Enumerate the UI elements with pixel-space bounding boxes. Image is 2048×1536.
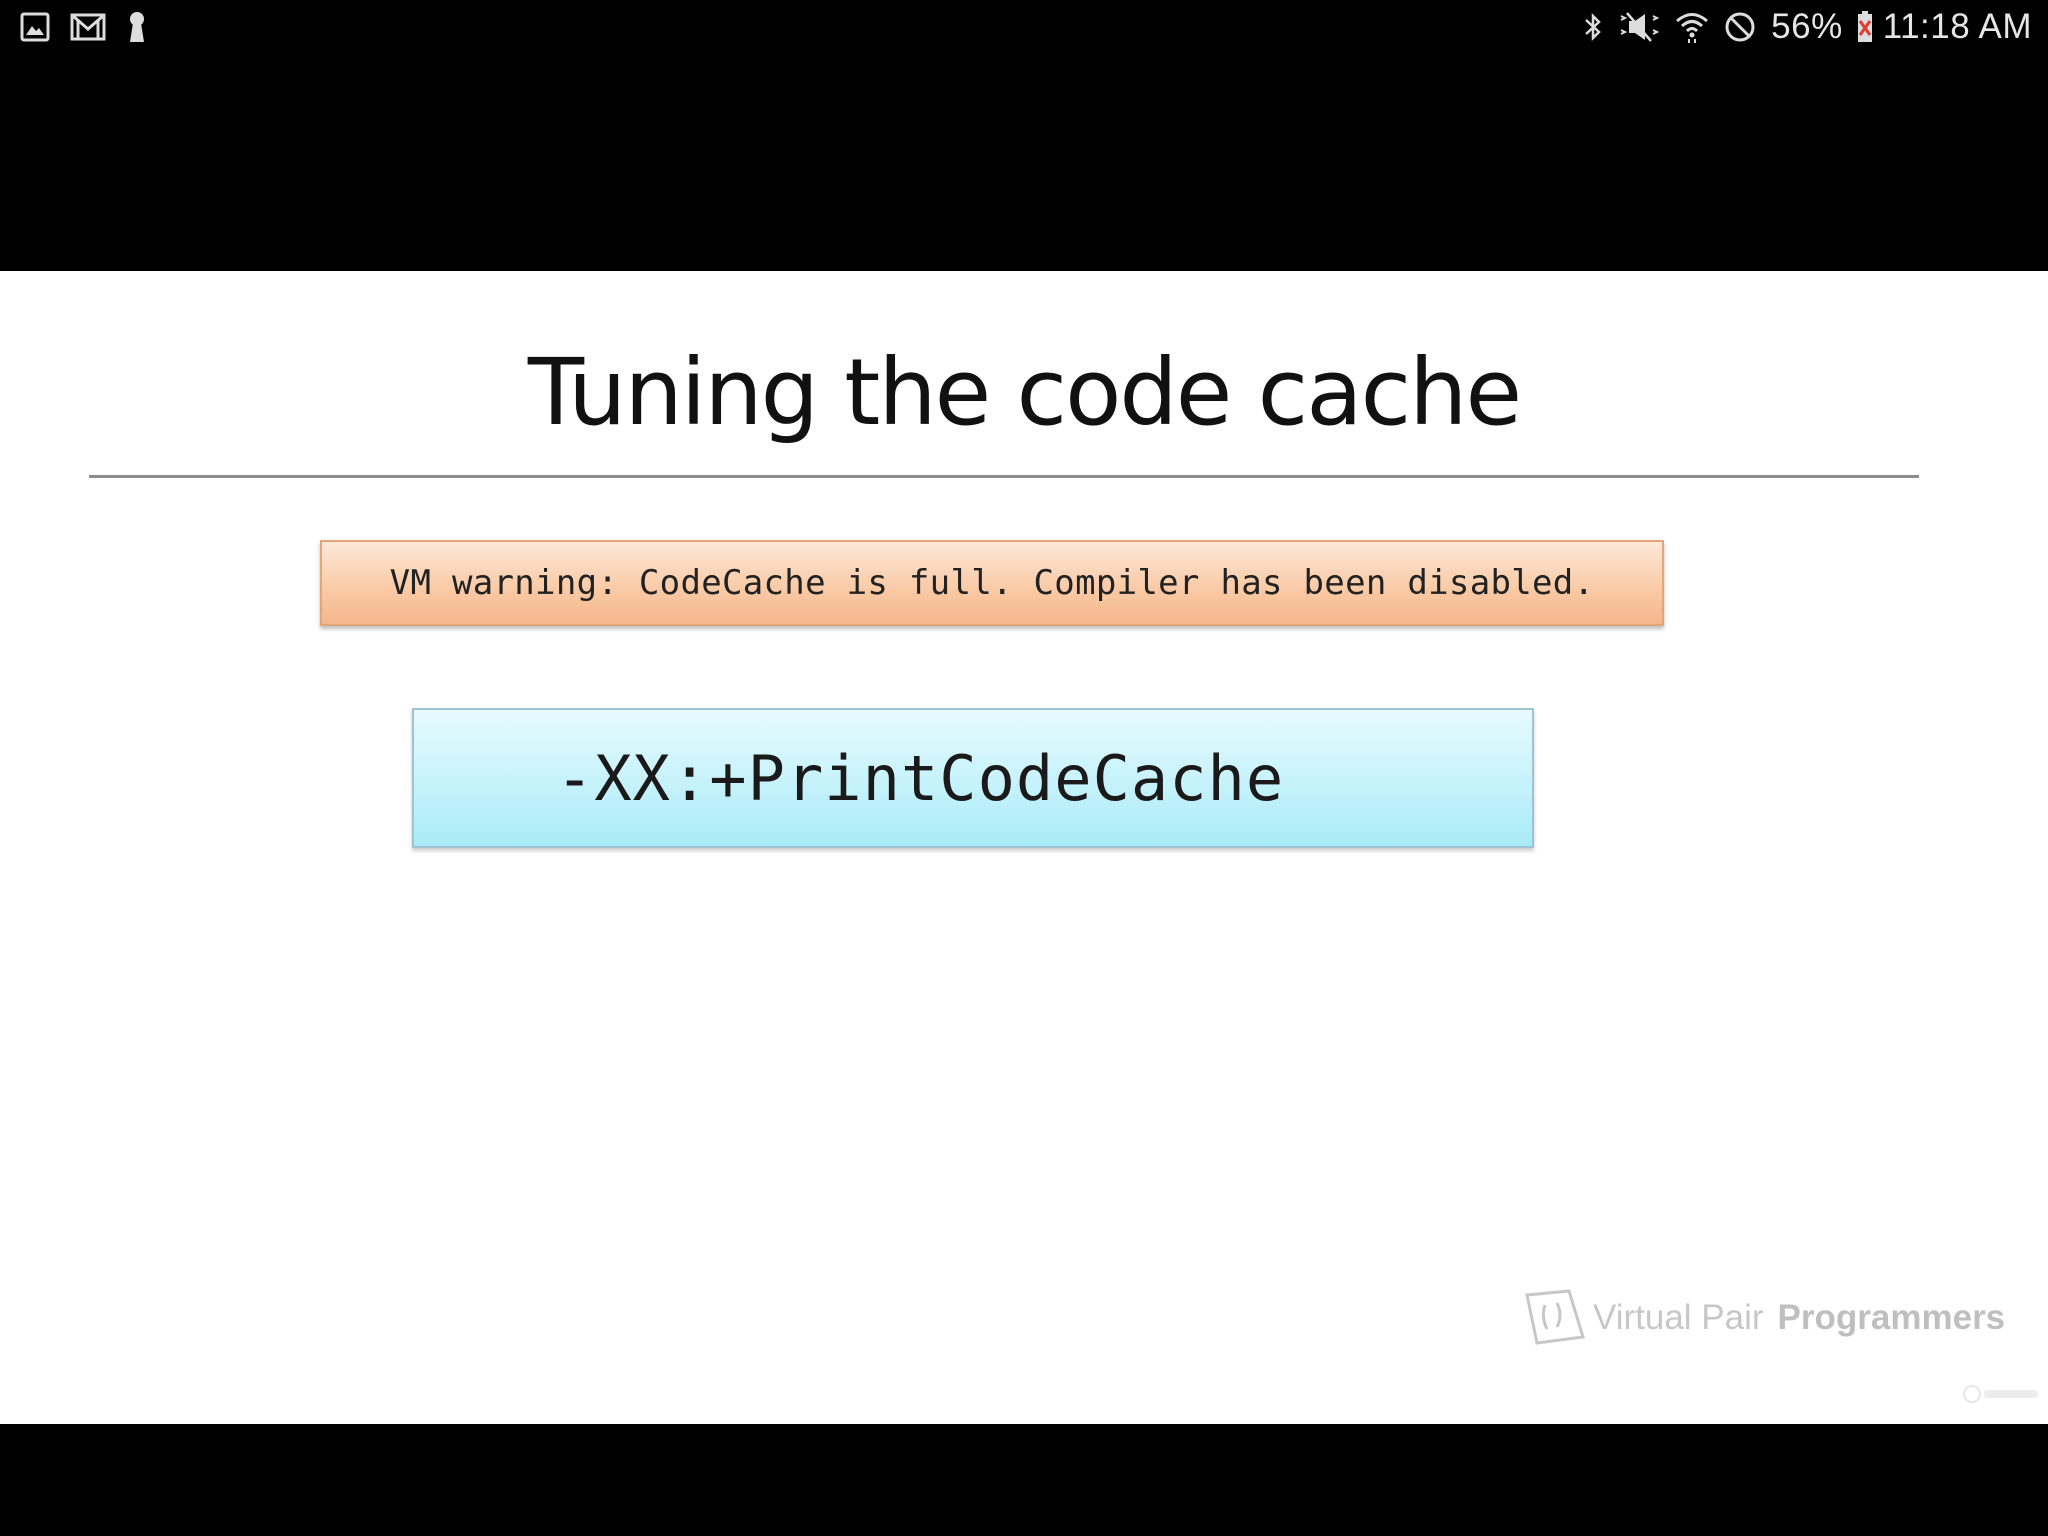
status-bar: 56% 11:18 AM	[0, 0, 2048, 54]
warning-text: VM warning: CodeCache is full. Compiler …	[389, 563, 1595, 603]
status-right-icons: 56% 11:18 AM	[1583, 6, 2032, 48]
slide: Tuning the code cache VM warning: CodeCa…	[0, 271, 2048, 1424]
warning-box: VM warning: CodeCache is full. Compiler …	[320, 540, 1664, 626]
wifi-icon	[1675, 10, 1709, 44]
status-left-icons	[20, 10, 148, 44]
watermark-text-bold: Programmers	[1777, 1298, 2006, 1337]
watermark-text-light: Virtual Pair	[1593, 1298, 1764, 1337]
gallery-icon	[20, 12, 50, 42]
battery-percent: 56%	[1771, 7, 1843, 46]
jvm-flag-box: -XX:+PrintCodeCache	[412, 708, 1534, 848]
clock: 11:18 AM	[1882, 7, 2032, 46]
bluetooth-icon	[1583, 10, 1603, 44]
watermark: Virtual Pair Programmers	[1523, 1286, 2005, 1350]
slide-title: Tuning the code cache	[527, 339, 1522, 446]
title-divider	[89, 475, 1919, 478]
keyhole-icon	[126, 10, 148, 44]
battery-low-icon	[1857, 11, 1873, 43]
video-player[interactable]: Tuning the code cache VM warning: CodeCa…	[0, 54, 2048, 1536]
gmail-icon	[70, 12, 106, 42]
vpp-logo-icon	[1523, 1287, 1587, 1350]
vibrate-mute-icon	[1617, 10, 1661, 44]
do-not-disturb-icon	[1723, 10, 1757, 44]
jvm-flag-text: -XX:+PrintCodeCache	[556, 742, 1285, 815]
video-caption: print code cache.	[890, 1379, 1158, 1418]
